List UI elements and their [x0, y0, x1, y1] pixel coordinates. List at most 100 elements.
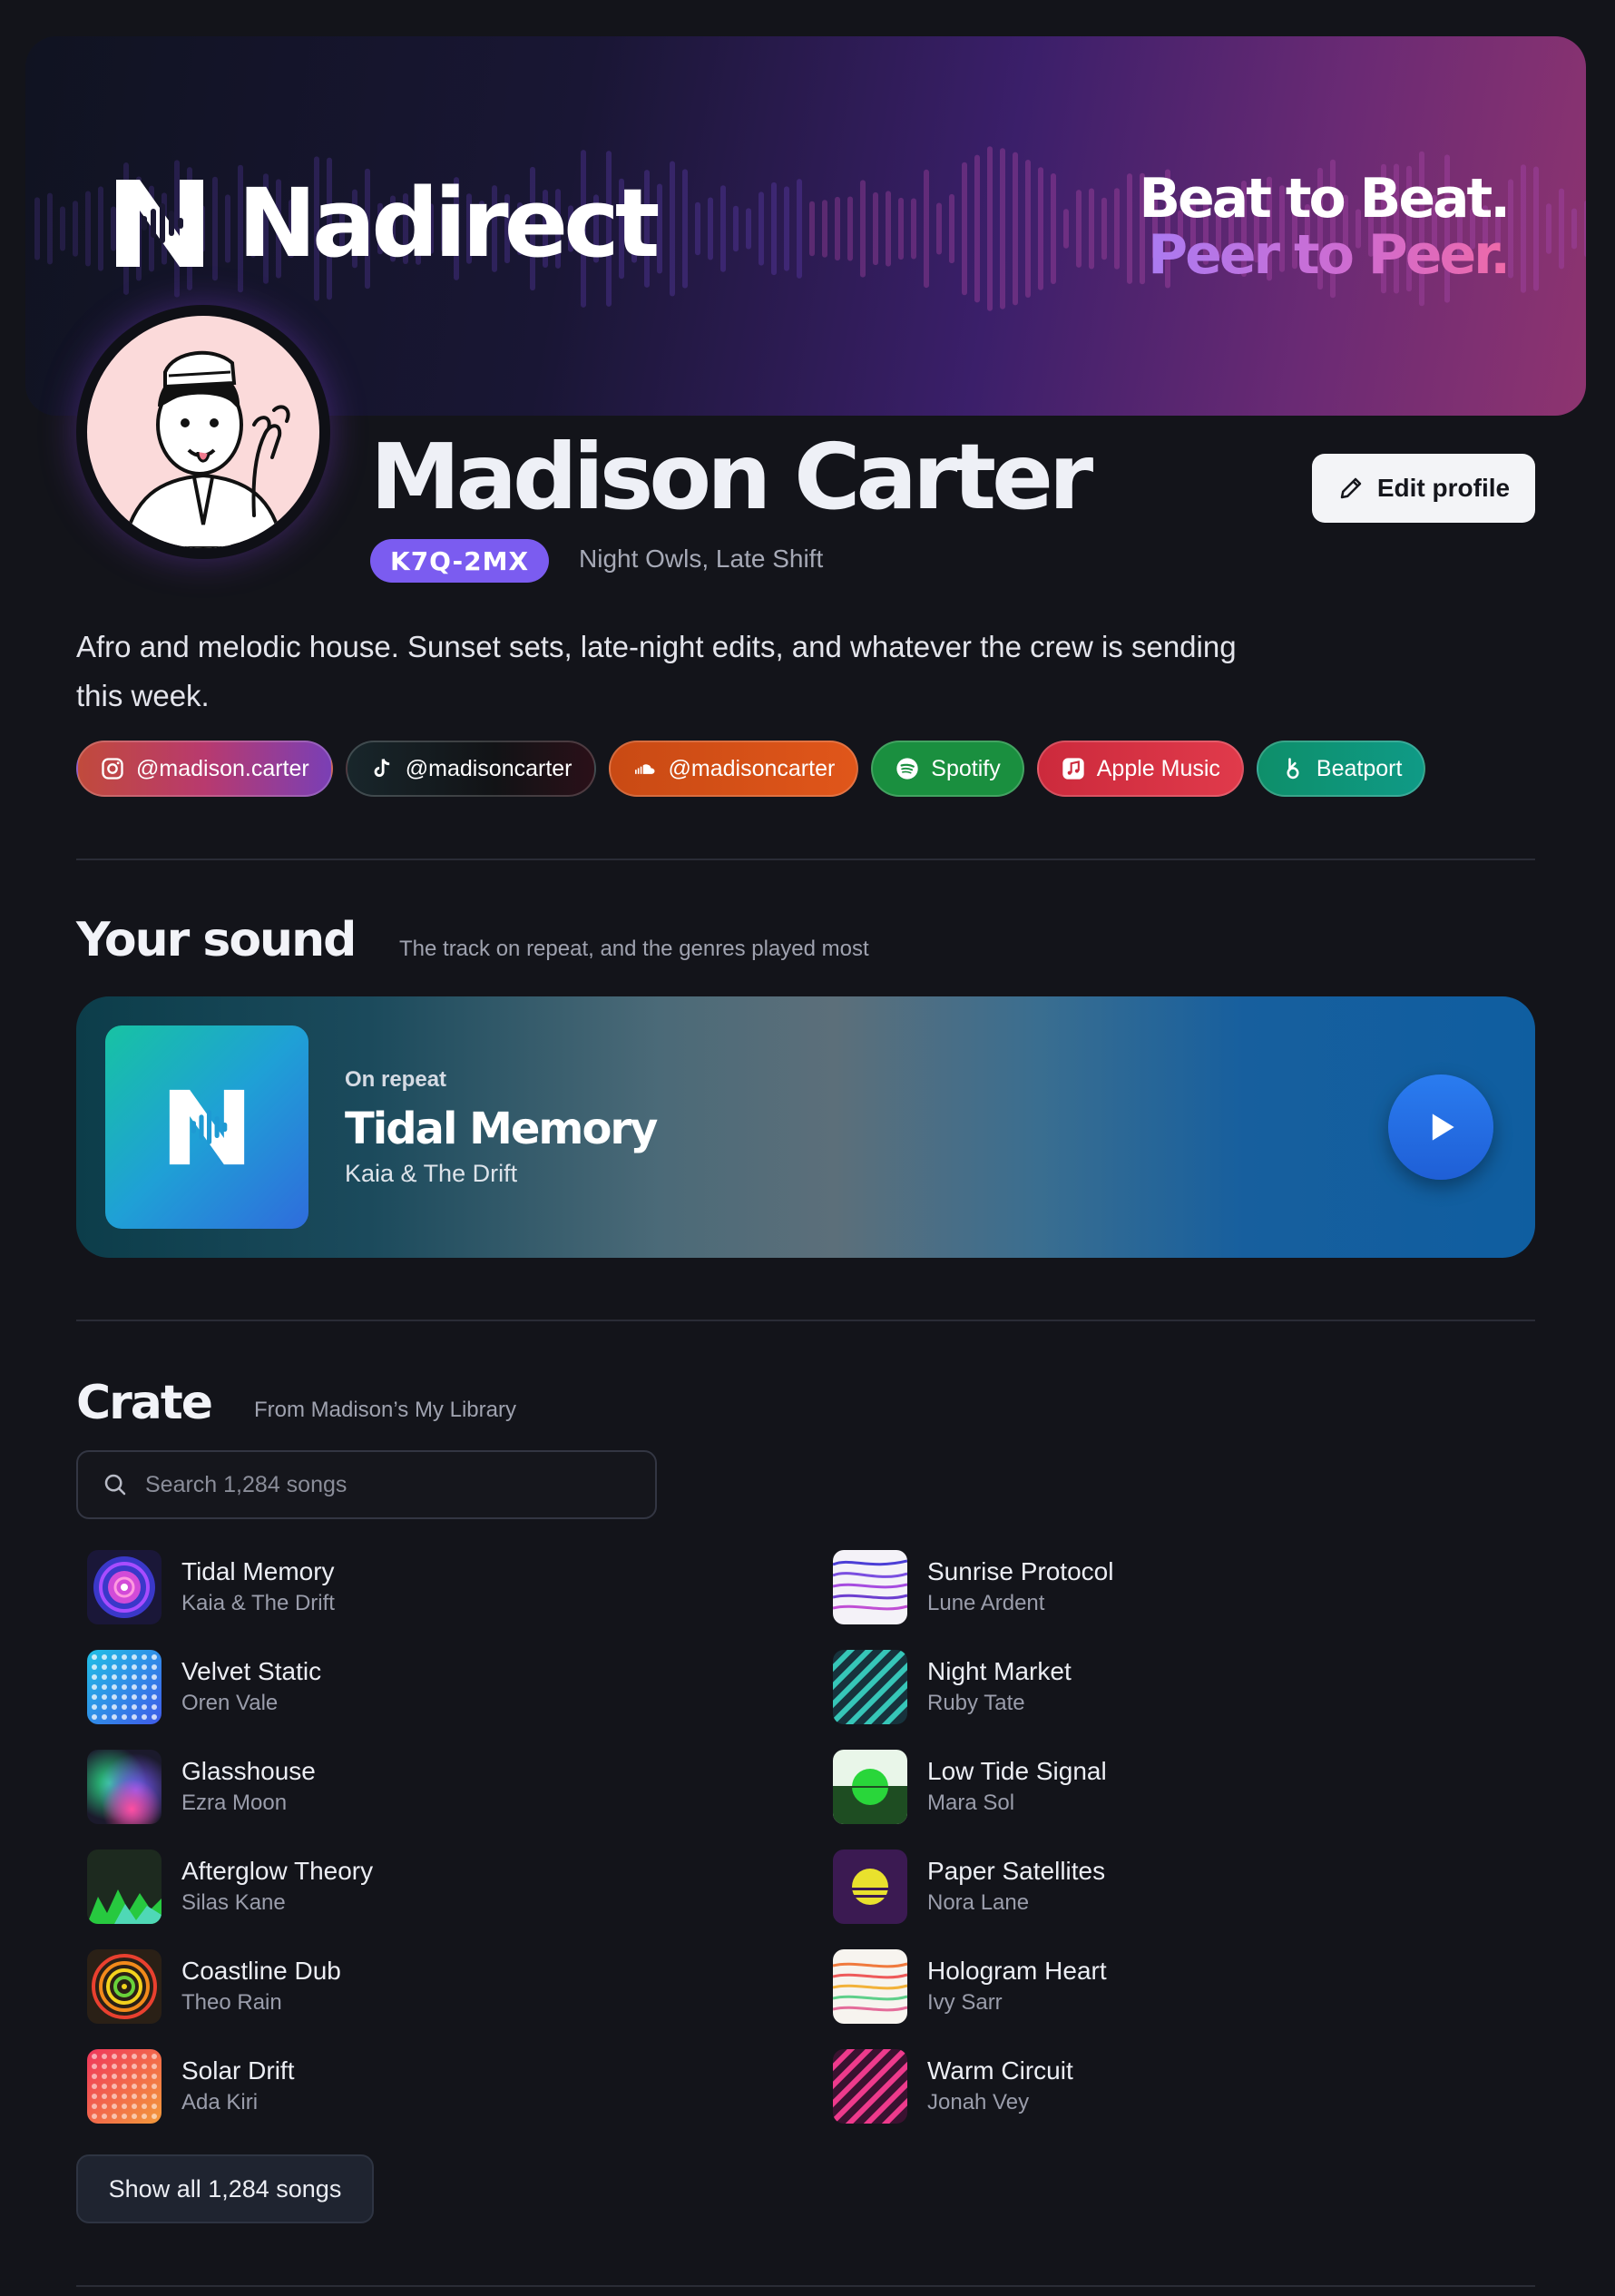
art-dot	[112, 2104, 117, 2109]
art-dot	[102, 2084, 107, 2089]
soundcloud-icon	[634, 764, 655, 774]
section-divider	[76, 859, 1535, 860]
social-beatport[interactable]: Beatport	[1256, 741, 1426, 797]
song-item[interactable]: Night Market Ruby Tate	[833, 1650, 1072, 1724]
song-title: Paper Satellites	[927, 1857, 1106, 1885]
art-dot	[142, 1694, 147, 1700]
show-all-songs-button[interactable]: Show all 1,284 songs	[76, 2154, 374, 2223]
wave-bar	[1546, 203, 1551, 254]
art-dot	[132, 1664, 137, 1670]
wave-bar	[936, 202, 942, 255]
wave-bar	[1101, 197, 1107, 260]
art-dot	[102, 1704, 107, 1710]
art-dot	[112, 2074, 117, 2079]
wave-bar	[911, 198, 916, 260]
tagline: Beat to Beat. Peer to Peer.	[1139, 171, 1511, 283]
profile-bio: Afro and melodic house. Sunset sets, lat…	[76, 630, 1237, 712]
social-apple-music[interactable]: Apple Music	[1036, 741, 1244, 797]
on-repeat-card[interactable]: On repeat Tidal Memory Kaia & The Drift	[76, 996, 1535, 1258]
social-tiktok-label: @madisoncarter	[405, 755, 573, 781]
song-item[interactable]: Coastline Dub Theo Rain	[87, 1949, 341, 2024]
album-art-icon	[833, 1949, 907, 2024]
song-artist: Kaia & The Drift	[181, 1591, 335, 1615]
song-title: Night Market	[927, 1657, 1072, 1685]
section-divider	[76, 1320, 1535, 1321]
song-item[interactable]: Glasshouse Ezra Moon	[87, 1750, 316, 1824]
avatar[interactable]	[76, 305, 330, 559]
song-item[interactable]: Velvet Static Oren Vale	[87, 1650, 321, 1724]
art-dot	[152, 2094, 157, 2099]
play-icon	[1432, 1114, 1454, 1141]
song-artist: Ezra Moon	[181, 1791, 288, 1815]
art-dot	[122, 2094, 127, 2099]
brand-name: Nadirect	[238, 168, 660, 279]
wave-bar	[1533, 166, 1539, 291]
brand-logo[interactable]: Nadirect	[109, 168, 660, 279]
art-dot	[152, 2064, 157, 2069]
art-dot	[92, 2114, 97, 2119]
social-tiktok[interactable]: @madisoncarter	[345, 741, 596, 797]
profile-id-badge[interactable]: K7Q-2MX	[370, 539, 550, 583]
art-dot	[122, 1674, 127, 1680]
song-title: Solar Drift	[181, 2056, 295, 2085]
art-dot	[152, 1664, 157, 1670]
social-beatport-label: Beatport	[1316, 755, 1403, 781]
art-dot	[132, 2084, 137, 2089]
art-dot	[142, 2054, 147, 2059]
wave-bar	[1038, 167, 1043, 290]
profile-crews[interactable]: Night Owls, Late Shift	[579, 545, 823, 574]
art-dot	[92, 1664, 97, 1670]
wave-bar	[1089, 188, 1094, 270]
song-search[interactable]	[76, 1450, 657, 1519]
wave-bar	[886, 191, 891, 267]
art-dot	[102, 2064, 107, 2069]
search-input[interactable]	[145, 1471, 617, 1498]
song-title: Afterglow Theory	[181, 1857, 374, 1885]
section-divider	[76, 2285, 1535, 2287]
art-dot	[132, 2074, 137, 2079]
art-dot	[122, 2054, 127, 2059]
song-item[interactable]: Paper Satellites Nora Lane	[833, 1850, 1105, 1924]
song-item[interactable]: Hologram Heart Ivy Sarr	[833, 1949, 1107, 2024]
art-dot	[102, 1694, 107, 1700]
art-dot	[132, 1654, 137, 1660]
social-spotify[interactable]: Spotify	[871, 741, 1024, 797]
social-soundcloud[interactable]: @madisoncarter	[608, 741, 859, 797]
nadirect-logo-icon	[116, 180, 203, 267]
social-instagram-label: @madison.carter	[136, 755, 309, 781]
song-item[interactable]: Low Tide Signal Mara Sol	[833, 1750, 1107, 1824]
song-item[interactable]: Warm Circuit Jonah Vey	[833, 2049, 1073, 2124]
wave-bar	[682, 169, 688, 289]
wave-bar	[1521, 164, 1526, 293]
instagram-icon	[102, 758, 123, 780]
wave-bar	[759, 191, 764, 266]
art-dot	[122, 1714, 127, 1720]
art-dot	[152, 2114, 157, 2119]
art-dot	[142, 1704, 147, 1710]
wave-bar	[657, 183, 662, 274]
song-item[interactable]: Solar Drift Ada Kiri	[87, 2049, 294, 2124]
wave-bar	[784, 186, 789, 271]
wave-bar	[962, 162, 967, 296]
profile-name: Madison Carter	[370, 424, 1093, 530]
wave-bar	[85, 191, 91, 267]
wave-bar	[1076, 190, 1082, 268]
art-dot	[102, 2104, 107, 2109]
song-item[interactable]: Sunrise Protocol Lune Ardent	[833, 1550, 1113, 1624]
song-title: Coastline Dub	[181, 1957, 341, 1985]
art-dot	[132, 1704, 137, 1710]
edit-profile-button[interactable]: Edit profile	[1312, 454, 1535, 523]
song-item[interactable]: Afterglow Theory Silas Kane	[87, 1850, 373, 1924]
art-dot	[102, 1714, 107, 1720]
social-instagram[interactable]: @madison.carter	[76, 741, 333, 797]
song-title: Hologram Heart	[927, 1957, 1107, 1985]
song-item[interactable]: Tidal Memory Kaia & The Drift	[87, 1550, 335, 1624]
art-dot	[142, 2104, 147, 2109]
play-button[interactable]	[1388, 1074, 1493, 1180]
art-dot	[122, 2064, 127, 2069]
wave-bar	[1508, 179, 1513, 279]
art-dot	[132, 2114, 137, 2119]
art-dot	[112, 2114, 117, 2119]
album-art-icon	[833, 1650, 907, 1724]
art-dot	[92, 2064, 97, 2069]
